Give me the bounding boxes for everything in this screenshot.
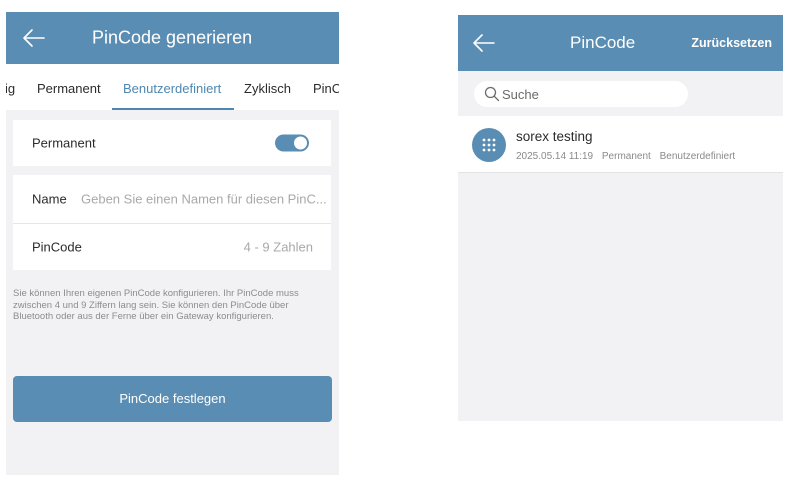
list-item[interactable]: sorex testing 2025.05.14 11:19 Permanent… — [458, 116, 783, 173]
active-tab-indicator — [112, 108, 234, 110]
pincode-list-screen: PinCode Zurücksetzen Suche sorex testing… — [458, 15, 783, 421]
item-type: Permanent — [601, 151, 651, 162]
item-date: 2025.05.14 11:19 — [516, 151, 594, 162]
tab-cyclic[interactable]: Zyklisch — [244, 81, 291, 96]
set-pincode-button[interactable]: PinCode festlegen — [13, 376, 332, 422]
name-label: Name — [32, 191, 67, 207]
back-arrow-icon[interactable] — [22, 28, 48, 48]
page-title: PinCode — [570, 33, 636, 52]
name-input[interactable]: Geben Sie einen Namen für diesen PinC... — [81, 192, 327, 207]
search-input[interactable]: Suche — [474, 81, 688, 107]
permanent-toggle[interactable] — [275, 134, 309, 152]
item-details: 2025.05.14 11:19 Permanent Benutzerdefin… — [516, 151, 735, 162]
pincode-input[interactable]: 4 - 9 Zahlen — [244, 240, 313, 255]
tab-bar: ig Permanent Benutzerdefiniert Zyklisch … — [6, 64, 339, 110]
keypad-icon — [472, 128, 506, 162]
pincode-row[interactable]: PinCode 4 - 9 Zahlen — [13, 224, 331, 270]
generate-pincode-screen: PinCode generieren ig Permanent Benutzer… — [6, 12, 339, 475]
item-name: sorex testing — [516, 129, 593, 144]
search-icon — [484, 86, 500, 102]
permanent-row: Permanent — [13, 120, 331, 166]
pincode-label: PinCode — [32, 239, 82, 255]
tab-partial-left[interactable]: ig — [6, 81, 15, 96]
tab-partial-right[interactable]: PinC — [313, 81, 339, 96]
help-text: Sie können Ihren eigenen PinCode konfigu… — [13, 288, 299, 322]
back-arrow-icon[interactable] — [472, 33, 498, 53]
reset-button[interactable]: Zurücksetzen — [691, 36, 772, 50]
page-title: PinCode generieren — [92, 27, 253, 48]
header-bar: PinCode Zurücksetzen — [458, 15, 783, 71]
tab-permanent[interactable]: Permanent — [37, 81, 101, 96]
search-placeholder: Suche — [502, 87, 539, 102]
item-mode: Benutzerdefiniert — [659, 151, 736, 162]
name-row[interactable]: Name Geben Sie einen Namen für diesen Pi… — [13, 175, 331, 223]
permanent-label: Permanent — [32, 135, 96, 151]
header-bar: PinCode generieren — [6, 12, 339, 64]
tab-custom[interactable]: Benutzerdefiniert — [123, 81, 221, 96]
toggle-knob — [294, 136, 307, 150]
